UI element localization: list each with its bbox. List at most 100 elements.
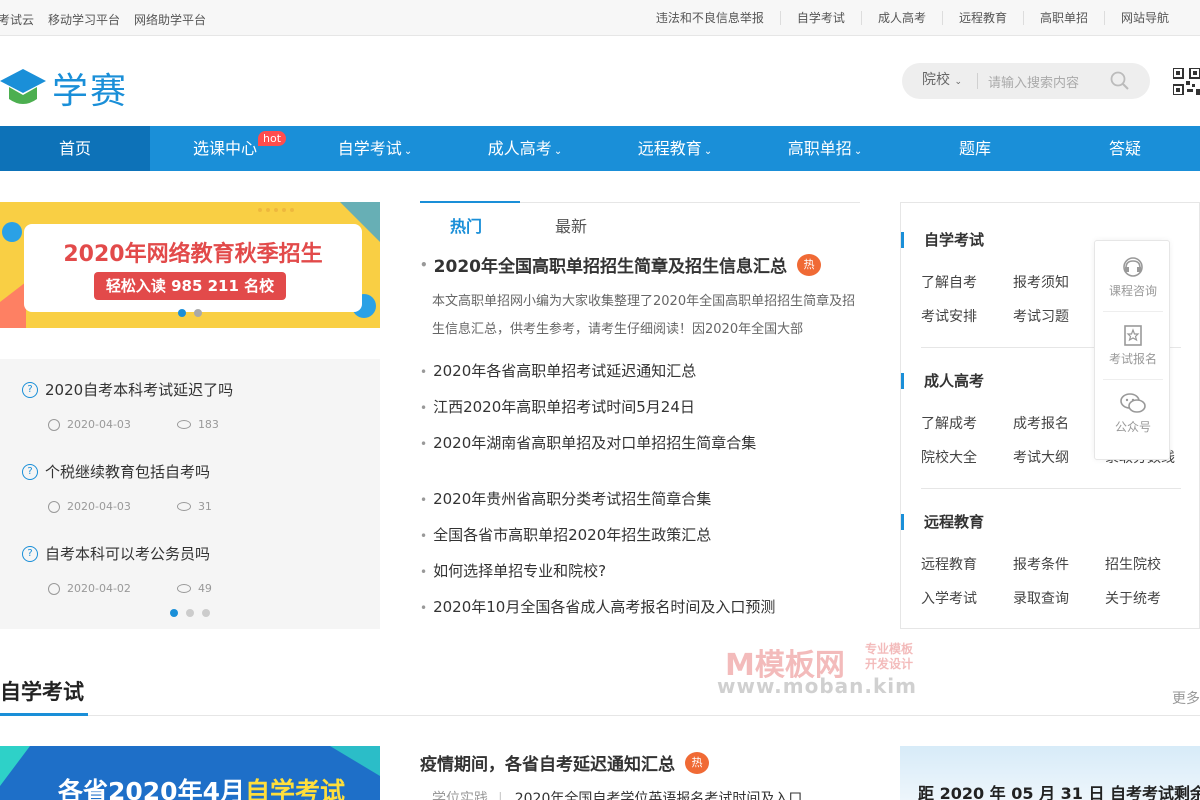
search-scope-select[interactable]: 院校 ⌄: [902, 73, 978, 89]
qr-code-icon[interactable]: [1172, 67, 1200, 96]
watermark-url: www.moban.kim: [717, 674, 917, 698]
carousel-dot[interactable]: [186, 609, 194, 617]
category-title-self-study[interactable]: 自学考试: [901, 232, 984, 248]
qa-question-text: 个税继续教育包括自考吗: [45, 463, 211, 481]
consult-button[interactable]: 课程咨询: [1095, 255, 1171, 299]
category-link[interactable]: 报考须知: [1013, 272, 1069, 292]
news-item-text: 全国各省市高职单招2020年招生政策汇总: [433, 526, 712, 544]
nav-item-question-bank[interactable]: 题库: [900, 126, 1050, 171]
divider: |: [498, 791, 503, 800]
news-item[interactable]: • 2020年各省高职单招考试延迟通知汇总: [420, 360, 696, 381]
more-link[interactable]: 更多: [1172, 688, 1200, 708]
category-link[interactable]: 成考报名: [1013, 413, 1069, 433]
chevron-down-icon: ⌄: [703, 146, 713, 157]
news-item-text: 2020年全国自考学位英语报名考试时间及入口: [514, 791, 803, 800]
site-logo[interactable]: 学赛: [0, 62, 128, 114]
section-news-item[interactable]: 学位实践 | 2020年全国自考学位英语报名考试时间及入口: [432, 788, 802, 800]
logo-text: 学赛: [52, 71, 129, 112]
category-link[interactable]: 关于统考: [1105, 588, 1161, 608]
registration-button[interactable]: 考试报名: [1095, 323, 1171, 367]
eye-icon: [176, 502, 191, 511]
section-title: 自学考试: [0, 680, 84, 704]
nav-item-label: 自学考试: [337, 139, 402, 158]
qa-question-text: 自考本科可以考公务员吗: [45, 545, 211, 563]
qa-question[interactable]: ? 2020自考本科考试延迟了吗: [22, 379, 233, 400]
nav-item-self-study[interactable]: 自学考试 ⌄: [300, 126, 450, 171]
watermark: M模板网 专业模板 开发设计 www.moban.kim: [715, 640, 935, 700]
section-banner[interactable]: 各省2020年4月自学考试: [0, 746, 380, 800]
category-link[interactable]: 院校大全: [921, 447, 977, 467]
nav-item-label: 远程教育: [637, 139, 702, 158]
carousel-dot[interactable]: [194, 309, 202, 317]
carousel-dot[interactable]: [170, 609, 178, 617]
wechat-label: 公众号: [1114, 420, 1151, 434]
news-headline[interactable]: • 2020年全国高职单招招生简章及招生信息汇总 热: [420, 252, 821, 277]
nav-item-home[interactable]: 首页: [0, 126, 150, 171]
category-link[interactable]: 招生院校: [1105, 554, 1161, 574]
hot-badge: 热: [797, 253, 821, 276]
section-headline[interactable]: 疫情期间，各省自考延迟通知汇总 热: [420, 750, 709, 775]
search-input[interactable]: 请输入搜索内容: [978, 72, 1110, 91]
category-link[interactable]: 录取查询: [1013, 588, 1069, 608]
category-link[interactable]: 远程教育: [921, 554, 977, 574]
category-link[interactable]: 了解成考: [921, 413, 977, 433]
banner-card: 2020年网络教育秋季招生 轻松入读 985 211 名校: [24, 224, 362, 312]
section-title-underline: [0, 713, 88, 716]
banner-subtitle: 轻松入读 985 211 名校: [94, 272, 286, 300]
news-item[interactable]: • 如何选择单招专业和院校?: [420, 560, 606, 581]
top-link-online-assist[interactable]: 网络助学平台: [134, 11, 206, 28]
nav-item-distance-edu[interactable]: 远程教育 ⌄: [600, 126, 750, 171]
bullet: •: [420, 529, 428, 543]
category-link[interactable]: 入学考试: [921, 588, 977, 608]
news-item[interactable]: • 2020年10月全国各省成人高考报名时间及入口预测: [420, 596, 775, 617]
tab-latest[interactable]: 最新: [555, 213, 587, 237]
hot-badge: 热: [685, 751, 709, 774]
watermark-side: 专业模板 开发设计: [865, 642, 913, 672]
top-link-exam-cloud[interactable]: 考试云: [0, 11, 34, 28]
top-link-vocational[interactable]: 高职单招: [1022, 11, 1104, 25]
news-item[interactable]: • 全国各省市高职单招2020年招生政策汇总: [420, 524, 711, 545]
top-link-distance-edu[interactable]: 远程教育: [941, 11, 1023, 25]
top-link-mobile-learning[interactable]: 移动学习平台: [48, 11, 120, 28]
main-nav: 首页 选课中心 hot 自学考试 ⌄ 成人高考 ⌄ 远程教育 ⌄ 高职单招 ⌄ 题库 答疑: [0, 126, 1200, 171]
news-item[interactable]: • 2020年贵州省高职分类考试招生简章合集: [420, 488, 711, 509]
top-link-site-nav[interactable]: 网站导航: [1103, 11, 1185, 25]
category-title-distance-edu[interactable]: 远程教育: [901, 514, 984, 530]
qa-question[interactable]: ? 自考本科可以考公务员吗: [22, 543, 210, 564]
category-link[interactable]: 考试习题: [1013, 306, 1069, 326]
promo-banner[interactable]: 2020年网络教育秋季招生 轻松入读 985 211 名校: [0, 202, 380, 328]
news-item-text: 2020年湖南省高职单招及对口单招招生简章合集: [433, 434, 757, 452]
carousel-dot[interactable]: [178, 309, 186, 317]
top-link-adult-exam[interactable]: 成人高考: [860, 11, 942, 25]
bullet: •: [420, 257, 428, 272]
nav-item-qa[interactable]: 答疑: [1050, 126, 1200, 171]
question-icon: ?: [22, 463, 38, 480]
wechat-button[interactable]: 公众号: [1095, 391, 1171, 435]
category-title-adult-exam[interactable]: 成人高考: [901, 373, 984, 389]
search-icon[interactable]: [1110, 71, 1130, 91]
divider: [921, 488, 1181, 489]
nav-item-adult-exam[interactable]: 成人高考 ⌄: [450, 126, 600, 171]
qa-question[interactable]: ? 个税继续教育包括自考吗: [22, 461, 210, 482]
category-link[interactable]: 考试大纲: [1013, 447, 1069, 467]
qa-date: 2020-04-03: [67, 418, 131, 431]
nav-item-course-center[interactable]: 选课中心 hot: [150, 126, 300, 171]
category-link[interactable]: 了解自考: [921, 272, 977, 292]
top-link-report[interactable]: 违法和不良信息举报: [640, 11, 780, 25]
carousel-dot[interactable]: [202, 609, 210, 617]
top-link-self-study[interactable]: 自学考试: [779, 11, 861, 25]
chevron-down-icon: ⌄: [853, 146, 863, 157]
news-item-text: 江西2020年高职单招考试时间5月24日: [433, 398, 695, 416]
news-item[interactable]: • 江西2020年高职单招考试时间5月24日: [420, 396, 695, 417]
eye-icon: [176, 420, 191, 429]
category-link[interactable]: 报考条件: [1013, 554, 1069, 574]
qa-date: 2020-04-02: [67, 582, 131, 595]
nav-item-vocational[interactable]: 高职单招 ⌄: [750, 126, 900, 171]
bullet: •: [420, 565, 428, 579]
divider: [1103, 379, 1163, 380]
qa-carousel-dots: [170, 609, 210, 617]
news-item[interactable]: • 2020年湖南省高职单招及对口单招招生简章合集: [420, 432, 756, 453]
category-link[interactable]: 考试安排: [921, 306, 977, 326]
tab-hot[interactable]: 热门: [450, 213, 482, 237]
chevron-down-icon: ⌄: [553, 146, 563, 157]
